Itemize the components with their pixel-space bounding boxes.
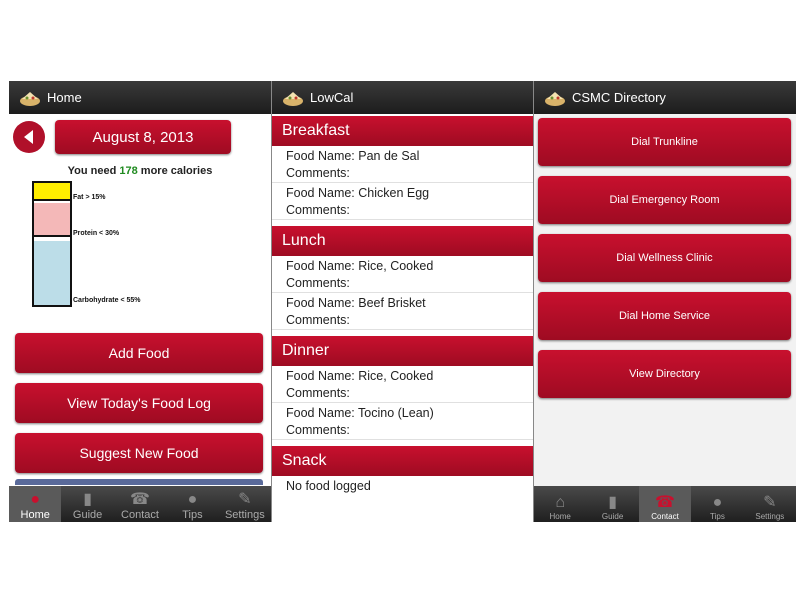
book-icon: ▮ (608, 494, 618, 511)
book-icon: ▮ (83, 491, 93, 508)
page-title: CSMC Directory (572, 90, 666, 105)
wrench-icon: ✎ (238, 491, 252, 508)
list-item[interactable]: Food Name: Rice, Cooked Comments: (272, 366, 534, 403)
page-title: LowCal (310, 90, 354, 105)
tab-settings[interactable]: ✎ Settings (744, 486, 796, 522)
bottom-tab-bar: ● Home ▮ Guide ☎ Contact ● Tips ✎ Settings (9, 486, 271, 522)
home-screen: Home August 8, 2013 You need 178 more ca… (9, 81, 271, 522)
tab-tips[interactable]: ● Tips (691, 486, 743, 522)
tab-contact[interactable]: ☎ Contact (114, 486, 166, 522)
app-logo-icon (20, 91, 40, 106)
previous-day-button[interactable] (13, 121, 45, 153)
list-item[interactable]: Food Name: Tocino (Lean) Comments: (272, 403, 534, 440)
add-food-button[interactable]: Add Food (15, 333, 263, 373)
scroll-indicator (15, 479, 263, 485)
calorie-count: 178 (119, 165, 138, 177)
fat-label: Fat > 15% (73, 194, 106, 201)
tab-contact[interactable]: ☎ Contact (638, 486, 692, 522)
protein-segment (34, 203, 70, 237)
empty-message: No food logged (286, 479, 371, 493)
list-item[interactable]: Food Name: Beef Brisket Comments: (272, 293, 534, 330)
suggest-food-button[interactable]: Suggest New Food (15, 433, 263, 473)
view-directory-button[interactable]: View Directory (538, 350, 791, 398)
dial-trunkline-button[interactable]: Dial Trunkline (538, 118, 791, 166)
wrench-icon: ✎ (763, 494, 777, 511)
fat-segment (34, 183, 70, 201)
dial-emergency-room-button[interactable]: Dial Emergency Room (538, 176, 791, 224)
tab-guide[interactable]: ▮ Guide (586, 486, 638, 522)
action-bar: LowCal (272, 81, 534, 114)
date-button[interactable]: August 8, 2013 (55, 120, 231, 154)
list-item[interactable]: Food Name: Chicken Egg Comments: (272, 183, 534, 220)
meal-header-breakfast: Breakfast (272, 116, 534, 146)
action-bar: Home (9, 81, 271, 114)
phone-icon: ☎ (130, 491, 150, 508)
protein-label: Protein < 30% (73, 230, 120, 237)
chat-bubble-icon: ● (187, 491, 198, 508)
tab-home[interactable]: ⌂ Home (534, 486, 586, 522)
date-row: August 8, 2013 (13, 120, 267, 154)
tab-guide[interactable]: ▮ Guide (61, 486, 113, 522)
phone-icon: ☎ (655, 494, 675, 511)
chat-bubble-icon: ● (712, 494, 723, 511)
meal-header-snack: Snack (272, 446, 534, 476)
bottom-tab-bar: ⌂ Home ▮ Guide ☎ Contact ● Tips ✎ Settings (534, 486, 796, 522)
dial-home-service-button[interactable]: Dial Home Service (538, 292, 791, 340)
meal-header-dinner: Dinner (272, 336, 534, 366)
app-logo-icon (283, 91, 303, 106)
tab-tips[interactable]: ● Tips (166, 486, 218, 522)
view-food-log-button[interactable]: View Today's Food Log (15, 383, 263, 423)
home-icon: ⌂ (555, 494, 566, 511)
lowcal-screen: LowCal Breakfast Food Name: Pan de Sal Co… (271, 81, 534, 522)
app-logo-icon (545, 91, 565, 106)
directory-screen: CSMC Directory Dial Trunkline Dial Emerg… (533, 81, 796, 522)
carbohydrate-label: Carbohydrate < 55% (73, 297, 141, 304)
meal-header-lunch: Lunch (272, 226, 534, 256)
list-item[interactable]: Food Name: Pan de Sal Comments: (272, 146, 534, 183)
tab-settings[interactable]: ✎ Settings (219, 486, 271, 522)
calorie-message: You need 178 more calories (67, 165, 213, 177)
tab-home[interactable]: ● Home (9, 486, 62, 522)
nutrient-bar (32, 181, 72, 307)
action-bar: CSMC Directory (534, 81, 796, 114)
dial-wellness-clinic-button[interactable]: Dial Wellness Clinic (538, 234, 791, 282)
home-icon: ● (30, 491, 41, 508)
page-title: Home (47, 90, 82, 105)
carbohydrate-segment (34, 241, 70, 305)
list-item[interactable]: Food Name: Rice, Cooked Comments: (272, 256, 534, 293)
arrow-left-icon (24, 130, 33, 144)
